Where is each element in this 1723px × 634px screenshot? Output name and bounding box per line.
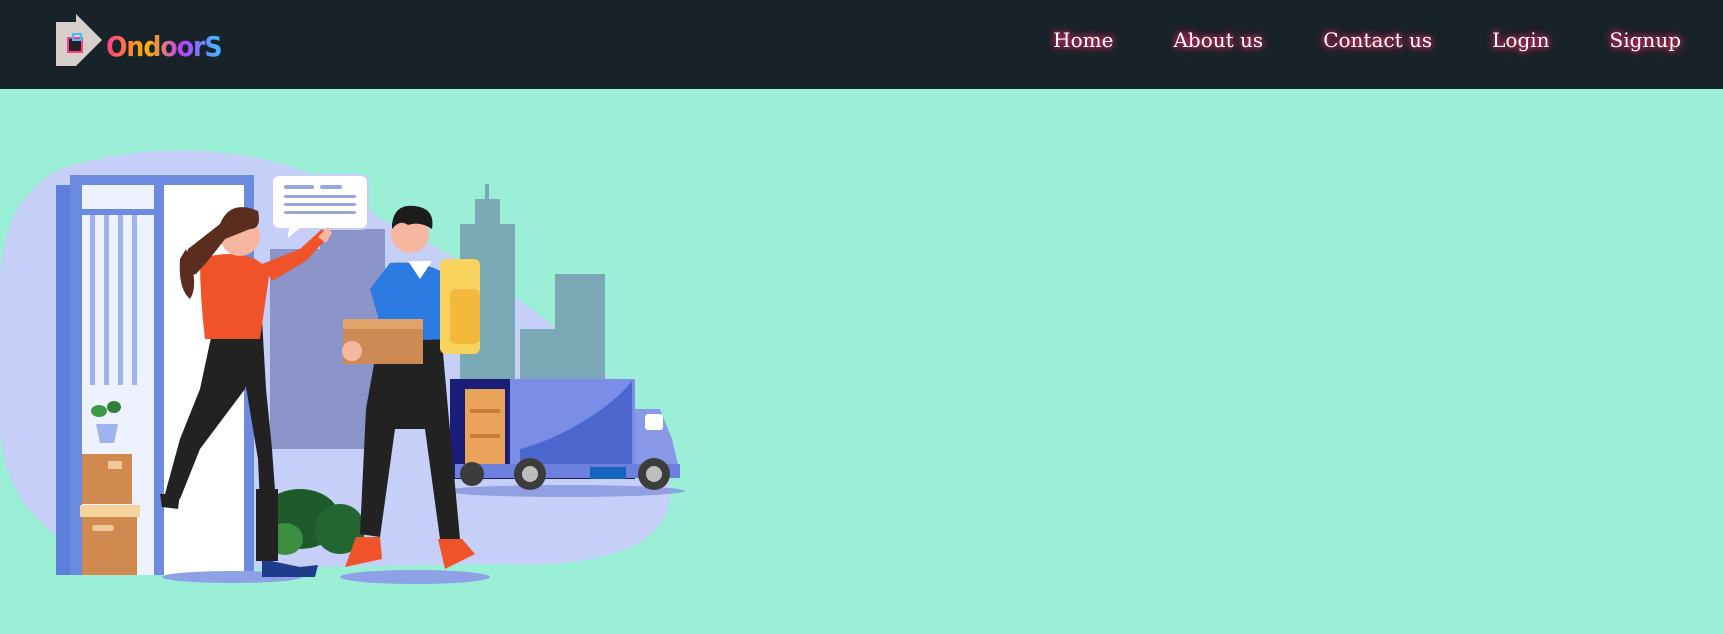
hero-section (0, 89, 1723, 634)
nav-login[interactable]: Login (1492, 24, 1549, 56)
delivery-illustration (0, 150, 685, 584)
logo-text: OndoorS (106, 30, 223, 63)
nav-contact-us[interactable]: Contact us (1323, 24, 1432, 56)
nav-home[interactable]: Home (1053, 24, 1113, 56)
nav-signup[interactable]: Signup (1610, 24, 1681, 56)
logo-icon (56, 14, 102, 66)
site-logo[interactable]: OndoorS (54, 12, 223, 74)
top-navbar: OndoorS Home About us Contact us Login S… (0, 0, 1723, 89)
nav-about-us[interactable]: About us (1173, 24, 1263, 56)
main-nav: Home About us Contact us Login Signup (993, 24, 1681, 56)
